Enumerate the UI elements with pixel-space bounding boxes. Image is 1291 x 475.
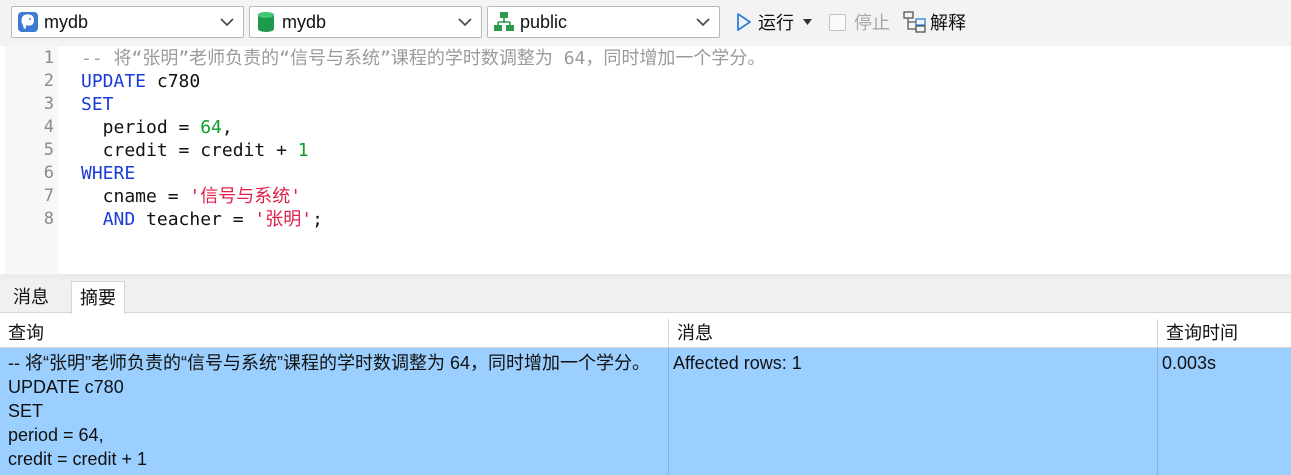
line-number: 4 xyxy=(43,117,54,137)
grid-header: 查询 消息 查询时间 xyxy=(0,319,1291,348)
line-number: 3 xyxy=(43,94,54,114)
message-text: Affected rows: 1 xyxy=(673,353,802,373)
explain-label: 解释 xyxy=(930,13,966,33)
code-token-str: '信号与系统' xyxy=(189,186,302,207)
code-text: AND teacher = '张明'; xyxy=(81,208,323,231)
tab-messages[interactable]: 消息 xyxy=(5,281,57,313)
stop-label: 停止 xyxy=(854,13,890,33)
schema-label: public xyxy=(520,11,568,32)
code-text: SET xyxy=(81,93,114,116)
column-header-message[interactable]: 消息 xyxy=(669,319,1158,348)
run-dropdown-caret-icon[interactable] xyxy=(803,19,812,25)
code-text: UPDATE c780 xyxy=(81,70,200,93)
postgresql-elephant-icon xyxy=(18,12,38,32)
result-tabs: 消息 摘要 xyxy=(0,279,1291,314)
code-token-str: '张明' xyxy=(254,209,313,230)
chevron-down-icon xyxy=(458,17,472,26)
run-button[interactable]: 运行 xyxy=(736,8,812,36)
toolbar: mydb mydb public 运行 停止 解释 xyxy=(0,0,1291,46)
code-token-kw: SET xyxy=(81,94,114,115)
line-number: 1 xyxy=(43,48,54,68)
code-token-id: , xyxy=(221,117,233,138)
query-text-line: credit = credit + 1 xyxy=(8,449,148,469)
code-token-kw: WHERE xyxy=(81,163,136,184)
code-token-id: teacher = xyxy=(135,209,255,230)
stop-icon xyxy=(829,13,846,31)
code-text: -- 将“张明”老师负责的“信号与系统”课程的学时数调整为 64，同时增加一个学… xyxy=(81,47,765,70)
code-token-num: 1 xyxy=(297,140,309,161)
query-text-line: UPDATE c780 xyxy=(8,377,124,397)
explain-button[interactable]: 解释 xyxy=(903,8,966,36)
database-cylinder-icon xyxy=(258,12,274,32)
time-text: 0.003s xyxy=(1162,353,1217,373)
schema-tree-icon xyxy=(494,12,514,31)
chevron-down-icon xyxy=(220,17,234,26)
code-token-id: ; xyxy=(312,209,323,230)
code-token-kw: UPDATE xyxy=(81,71,147,92)
cell-time[interactable]: 0.003s xyxy=(1158,348,1291,475)
run-label: 运行 xyxy=(758,13,794,33)
query-text-line: -- 将“张明”老师负责的“信号与系统”课程的学时数调整为 64，同时增加一个学… xyxy=(8,353,650,373)
column-header-query[interactable]: 查询 xyxy=(0,319,669,348)
code-text: cname = '信号与系统' xyxy=(81,185,301,208)
line-number: 5 xyxy=(43,140,54,160)
database-label: mydb xyxy=(282,11,327,32)
summary-grid: 查询 消息 查询时间 -- 将“张明”老师负责的“信号与系统”课程的学时数调整为… xyxy=(0,314,1291,475)
line-number: 7 xyxy=(43,186,54,206)
column-header-time[interactable]: 查询时间 xyxy=(1158,319,1291,348)
code-token-comment: -- 将“张明”老师负责的“信号与系统”课程的学时数调整为 64，同时增加一个学… xyxy=(81,48,766,69)
code-text: period = 64, xyxy=(81,116,233,139)
tab-summary[interactable]: 摘要 xyxy=(71,281,125,314)
table-row[interactable]: -- 将“张明”老师负责的“信号与系统”课程的学时数调整为 64，同时增加一个学… xyxy=(0,348,1291,475)
code-token-kw: AND xyxy=(102,209,136,230)
play-icon xyxy=(737,13,751,31)
code-token-id: period = xyxy=(81,117,201,138)
connection-label: mydb xyxy=(44,11,89,32)
cell-query[interactable]: -- 将“张明”老师负责的“信号与系统”课程的学时数调整为 64，同时增加一个学… xyxy=(0,348,669,475)
code-text: WHERE xyxy=(81,162,135,185)
code-token-id xyxy=(81,209,103,230)
database-select[interactable]: mydb xyxy=(249,6,482,38)
schema-select[interactable]: public xyxy=(487,6,720,38)
code-text: credit = credit + 1 xyxy=(81,139,309,162)
query-text-line: period = 64, xyxy=(8,425,104,445)
line-number: 6 xyxy=(43,163,54,183)
line-number: 2 xyxy=(43,71,54,91)
code-token-id: cname = xyxy=(81,186,190,207)
query-text-line: SET xyxy=(8,401,44,421)
explain-plan-icon xyxy=(903,11,926,33)
chevron-down-icon xyxy=(696,17,710,26)
sql-editor[interactable]: 1 -- 将“张明”老师负责的“信号与系统”课程的学时数调整为 64，同时增加一个… xyxy=(0,46,1291,274)
code-token-num: 64 xyxy=(200,117,222,138)
line-number: 8 xyxy=(43,209,54,229)
connection-select[interactable]: mydb xyxy=(11,6,244,38)
stop-button[interactable]: 停止 xyxy=(829,8,890,36)
code-token-id: credit = credit + xyxy=(81,140,298,161)
cell-message[interactable]: Affected rows: 1 xyxy=(669,348,1158,475)
code-token-id: c780 xyxy=(146,71,201,92)
